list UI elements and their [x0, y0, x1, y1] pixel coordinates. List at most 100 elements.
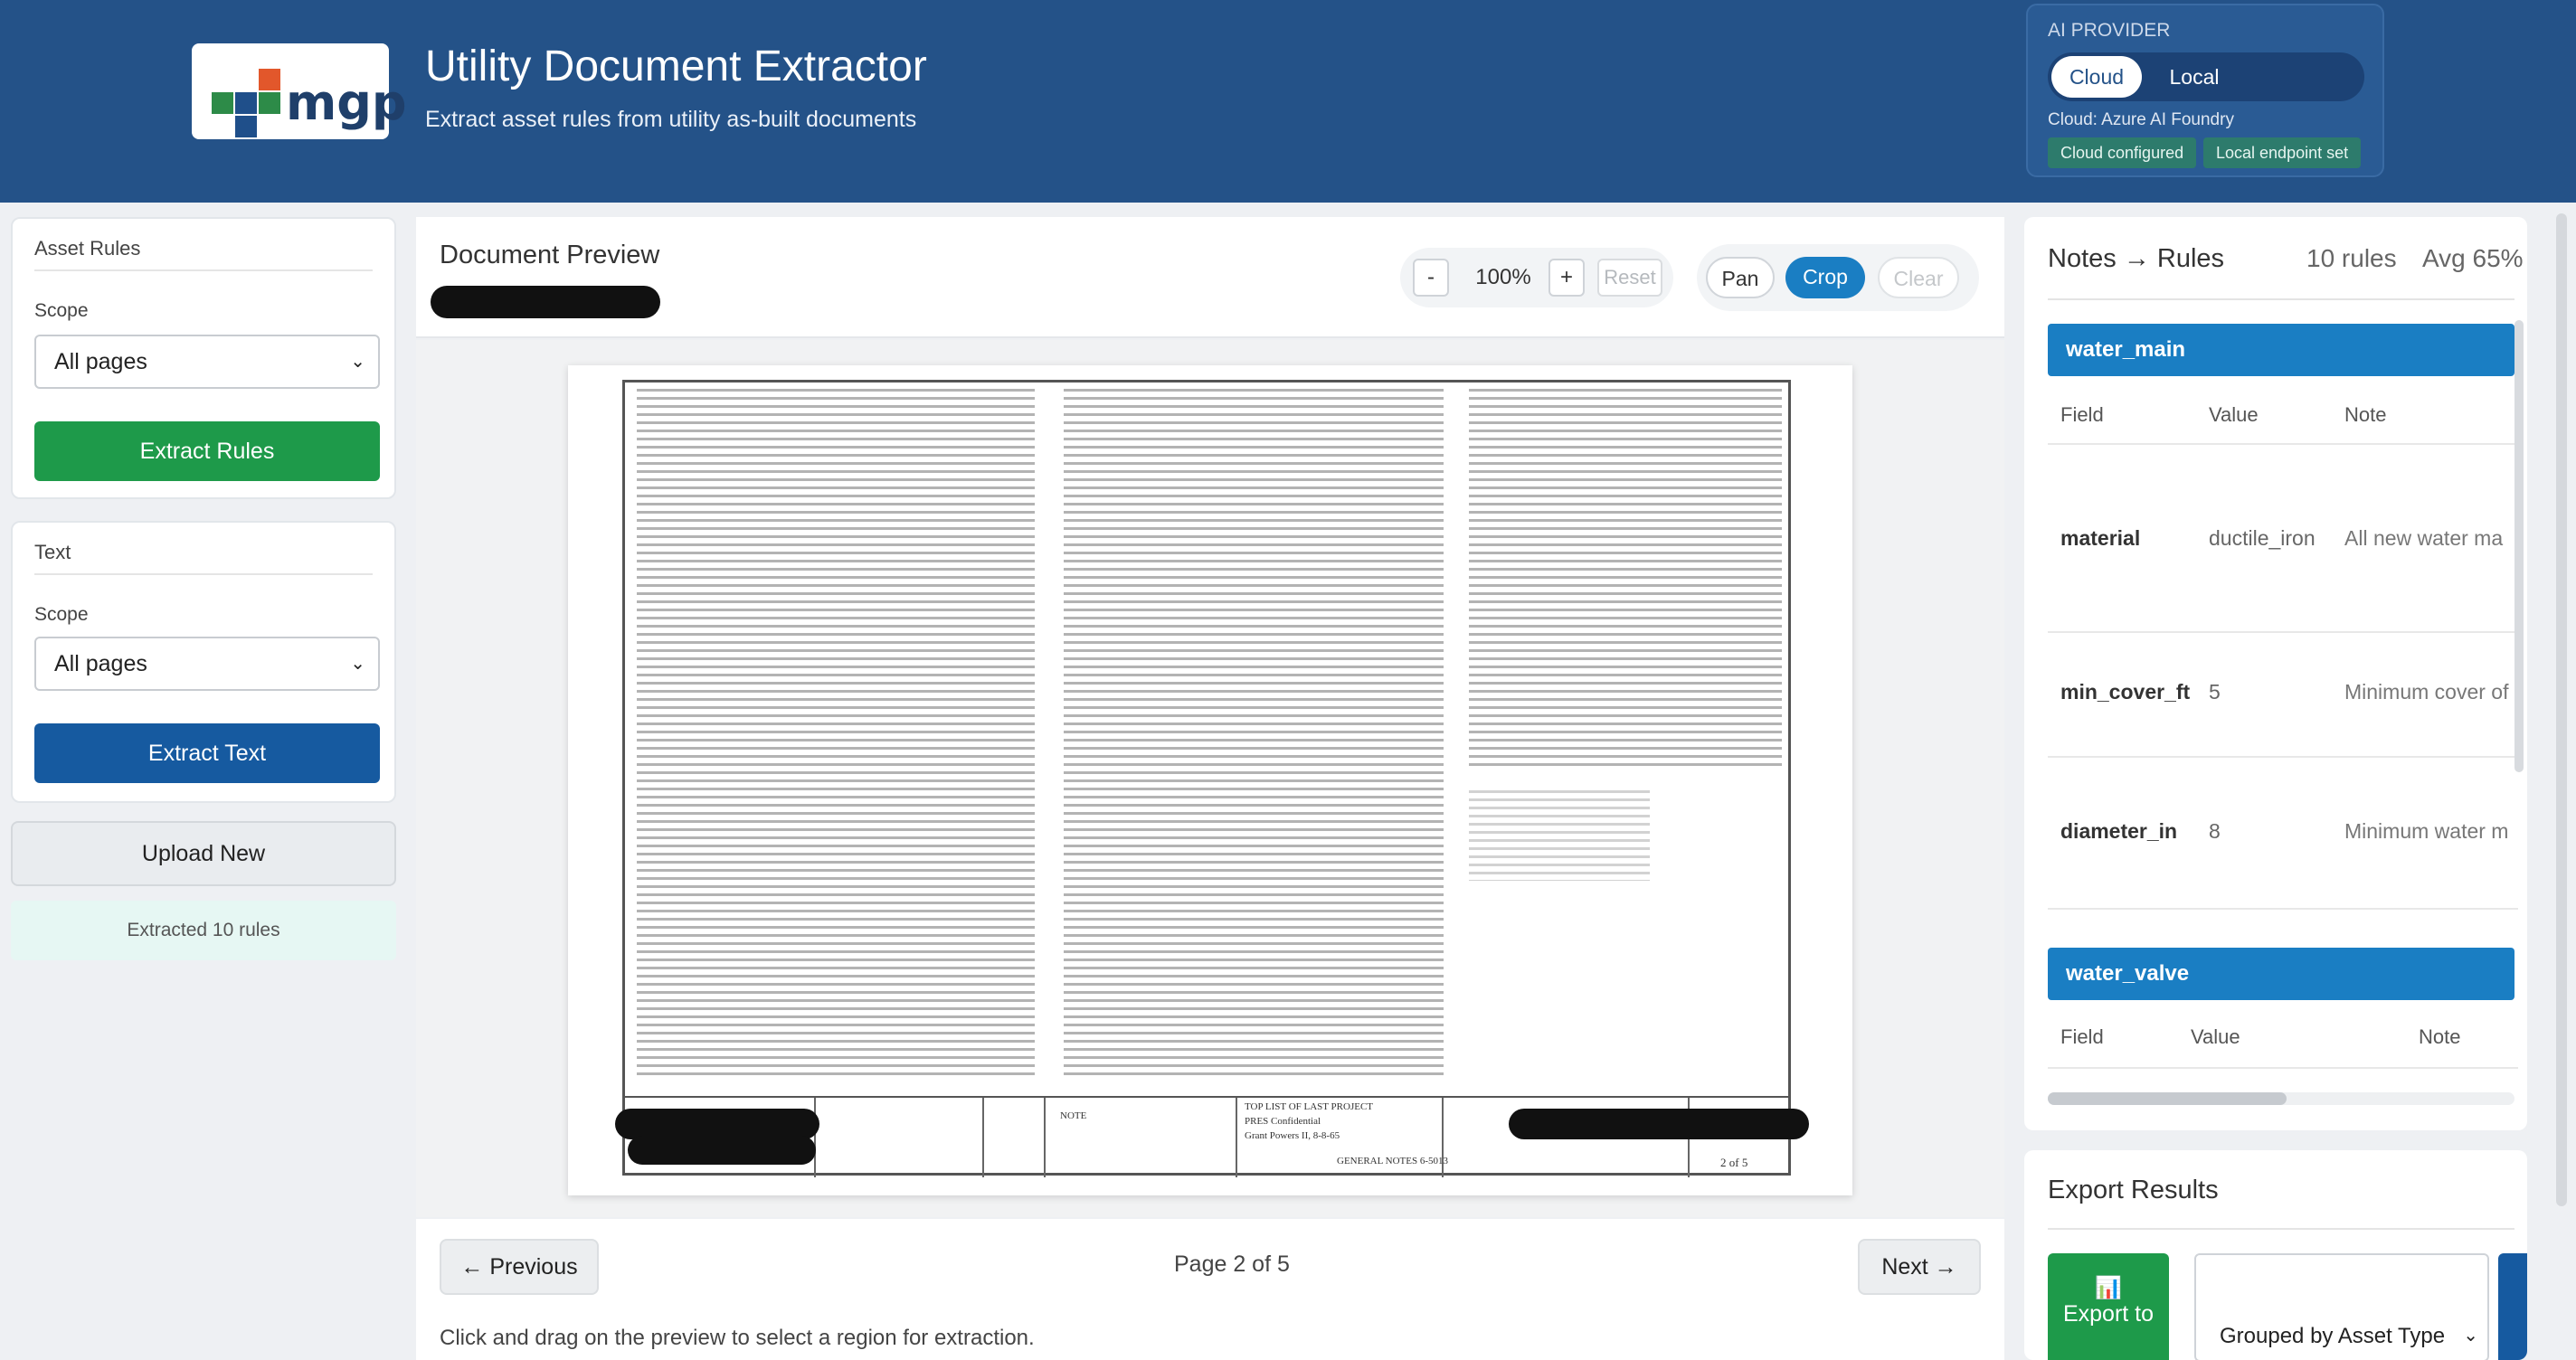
document-preview-title: Document Preview: [440, 241, 660, 269]
export-grouping-select[interactable]: Grouped by Asset Type ⌄: [2194, 1253, 2489, 1360]
previous-page-button[interactable]: ← Previous: [440, 1239, 599, 1295]
provider-toggle: Cloud Local: [2048, 52, 2364, 101]
document-page-image[interactable]: NOTE TOP LIST OF LAST PROJECT PRES Confi…: [568, 365, 1852, 1195]
zoom-reset-button[interactable]: Reset: [1597, 259, 1662, 297]
extraction-status: Extracted 10 rules: [11, 901, 396, 960]
zoom-out-button[interactable]: -: [1413, 259, 1449, 297]
chevron-down-icon: ⌄: [350, 654, 365, 674]
notes-column-2: [1064, 389, 1444, 1076]
scrollbar-thumb[interactable]: [2048, 1092, 2287, 1105]
group-header-water-valve[interactable]: water_valve: [2048, 948, 2514, 1000]
rules-title: Notes → Rules: [2048, 244, 2225, 273]
rule-value[interactable]: ductile_iron: [2209, 526, 2316, 551]
chart-icon: 📊: [2095, 1276, 2122, 1300]
provider-local-option[interactable]: Local: [2149, 56, 2240, 98]
ai-provider-panel: AI PROVIDER Cloud Local Cloud: Azure AI …: [2026, 4, 2384, 177]
rules-panel: Notes → Rules 10 rules Avg 65% water_mai…: [2024, 217, 2527, 1130]
rules-average-confidence: Avg 65%: [2422, 244, 2524, 272]
crop-mode-button[interactable]: Crop: [1785, 257, 1865, 298]
mgp-logo: mgp: [192, 43, 407, 139]
logo-text: mgp: [286, 74, 407, 131]
table-row-divider: [2048, 756, 2518, 758]
pagination-bar: ← Previous Page 2 of 5 Next → Click and …: [416, 1219, 2004, 1360]
chevron-down-icon: ⌄: [350, 352, 365, 372]
asset-rules-card: Asset Rules Scope All pages ⌄ Extract Ru…: [11, 217, 396, 499]
zoom-controls: - 100% + Reset: [1400, 248, 1673, 307]
export-title: Export Results: [2048, 1176, 2219, 1204]
rule-value[interactable]: 8: [2209, 819, 2221, 844]
sheet-title: GENERAL NOTES 6-5013: [1337, 1156, 1449, 1166]
rules-vertical-scrollbar[interactable]: [2514, 320, 2524, 772]
zoom-in-button[interactable]: +: [1548, 259, 1585, 297]
pan-mode-button[interactable]: Pan: [1706, 257, 1775, 298]
upload-new-button[interactable]: Upload New: [11, 821, 396, 886]
export-panel: Export Results 📊 Export to Grouped by As…: [2024, 1150, 2527, 1360]
page-scrollbar[interactable]: [2556, 213, 2567, 1206]
rule-field: material: [2060, 526, 2141, 550]
rule-note: Minimum cover of: [2344, 680, 2509, 704]
title-block-line-1: TOP LIST OF LAST PROJECT: [1245, 1101, 1374, 1112]
column-header-note: Note: [2419, 1025, 2461, 1048]
rule-note: Minimum water m: [2344, 819, 2509, 843]
scope-value: All pages: [54, 349, 147, 374]
title-block-line-3: Grant Powers II, 8-8-65: [1245, 1130, 1340, 1141]
extract-text-button[interactable]: Extract Text: [34, 723, 380, 783]
scope-label: Scope: [34, 604, 89, 625]
column-header-field: Field: [2060, 403, 2104, 426]
chevron-down-icon: ⌄: [2463, 1326, 2478, 1346]
provider-note: Cloud: Azure AI Foundry: [2048, 110, 2234, 129]
rules-horizontal-scrollbar[interactable]: [2048, 1092, 2514, 1105]
column-header-field: Field: [2060, 1025, 2104, 1048]
next-page-button[interactable]: Next →: [1858, 1239, 1981, 1295]
title-block-line-2: PRES Confidential: [1245, 1116, 1321, 1127]
ai-provider-label: AI PROVIDER: [2048, 20, 2171, 41]
redaction: [1509, 1109, 1809, 1139]
rule-value[interactable]: 5: [2209, 680, 2221, 704]
preview-toolbar: Document Preview - 100% + Reset Pan Crop…: [416, 217, 2004, 338]
redaction: [628, 1136, 816, 1165]
app-header: mgp Utility Document Extractor Extract a…: [0, 0, 2576, 203]
export-excel-button[interactable]: 📊 Export to: [2048, 1253, 2169, 1360]
app-title: Utility Document Extractor: [425, 42, 927, 90]
app-subtitle: Extract asset rules from utility as-buil…: [425, 107, 917, 132]
table-row-divider: [2048, 631, 2518, 633]
scope-label: Scope: [34, 300, 89, 321]
sheet-number: 2 of 5: [1720, 1156, 1748, 1169]
asset-rules-title: Asset Rules: [34, 237, 141, 260]
text-scope-select[interactable]: All pages ⌄: [34, 637, 380, 691]
divider: [2048, 1067, 2518, 1069]
export-button-label: Export to: [2062, 1301, 2155, 1327]
asset-rules-scope-select[interactable]: All pages ⌄: [34, 335, 380, 389]
divider: [2048, 298, 2514, 300]
page-indicator: Page 2 of 5: [1174, 1251, 1290, 1277]
table-row-divider: [2048, 908, 2518, 910]
column-header-note: Note: [2344, 403, 2387, 426]
group-header-water-main[interactable]: water_main: [2048, 324, 2514, 376]
notes-column-1: [637, 389, 1035, 1076]
redaction: [615, 1109, 819, 1139]
rules-count: 10 rules: [2306, 244, 2397, 272]
grouping-value: Grouped by Asset Type: [2220, 1324, 2446, 1348]
local-endpoint-badge: Local endpoint set: [2203, 137, 2362, 168]
column-header-value: Value: [2209, 403, 2259, 426]
crop-hint-text: Click and drag on the preview to select …: [440, 1326, 1035, 1350]
rule-note: All new water ma: [2344, 526, 2504, 550]
notes-column-3b: [1469, 790, 1650, 881]
title-block-note: NOTE: [1060, 1110, 1087, 1121]
divider: [2048, 443, 2518, 445]
clear-button[interactable]: Clear: [1878, 257, 1959, 298]
rule-field: min_cover_ft: [2060, 680, 2191, 704]
extract-rules-button[interactable]: Extract Rules: [34, 421, 380, 481]
divider: [34, 269, 373, 271]
text-title: Text: [34, 541, 71, 563]
text-card: Text Scope All pages ⌄ Extract Text: [11, 521, 396, 803]
export-secondary-button[interactable]: Ex: [2498, 1253, 2527, 1360]
divider: [2048, 1228, 2514, 1230]
column-header-value: Value: [2191, 1025, 2240, 1048]
cloud-configured-badge: Cloud configured: [2048, 137, 2197, 168]
provider-cloud-option[interactable]: Cloud: [2051, 56, 2142, 98]
divider: [34, 573, 373, 575]
scope-value: All pages: [54, 651, 147, 676]
rule-field: diameter_in: [2060, 819, 2178, 843]
notes-column-3: [1469, 389, 1782, 769]
